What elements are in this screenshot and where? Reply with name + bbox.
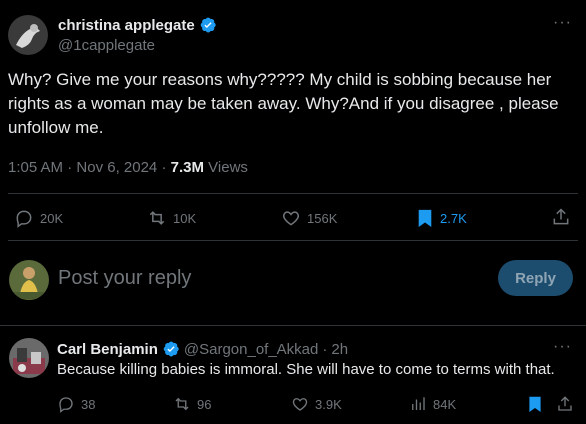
commenter-avatar[interactable]: [9, 338, 49, 378]
reply-icon: [16, 210, 32, 228]
share-icon: [558, 396, 572, 411]
views-count: 7.3M: [170, 159, 204, 176]
comment-text: Because killing babies is immoral. She w…: [57, 361, 555, 378]
repost-icon: [149, 211, 165, 225]
comment-like-count: 3.9K: [315, 396, 342, 412]
comment-time[interactable]: 2h: [331, 341, 348, 358]
current-user-avatar[interactable]: [9, 260, 49, 300]
bookmark-icon: [418, 209, 432, 227]
heart-icon: [292, 398, 308, 411]
divider: [0, 325, 586, 326]
repost-count: 10K: [173, 210, 197, 226]
comment-views-count: 84K: [433, 396, 457, 412]
comment-author-row: Carl Benjamin @Sargon_of_Akkad · 2h: [57, 340, 348, 358]
like-count: 156K: [307, 210, 338, 226]
reply-button[interactable]: Reply: [498, 260, 573, 296]
bookmark-icon: [529, 396, 541, 412]
bookmark-count: 2.7K: [440, 210, 467, 226]
comment-repost-count: 96: [197, 396, 212, 412]
verified-badge-icon: [163, 341, 179, 357]
author-display-name[interactable]: christina applegate: [58, 16, 217, 34]
author-handle[interactable]: @1capplegate: [58, 37, 155, 54]
author-avatar[interactable]: [8, 15, 48, 55]
post-time[interactable]: 1:05 AM: [8, 159, 63, 176]
reply-action[interactable]: 20K: [14, 208, 63, 228]
comment-repost-action[interactable]: 96: [173, 395, 211, 413]
like-action[interactable]: 156K: [281, 208, 337, 228]
bookmark-action[interactable]: 2.7K: [416, 208, 467, 228]
heart-icon: [282, 211, 300, 226]
views-label: Views: [208, 159, 248, 176]
repost-icon: [175, 397, 189, 411]
post-metadata: 1:05 AM · Nov 6, 2024 · 7.3M Views: [8, 159, 248, 176]
share-action[interactable]: [551, 207, 571, 227]
comment-views-action[interactable]: 84K: [409, 395, 456, 413]
divider: [8, 240, 578, 241]
analytics-icon: [412, 397, 425, 410]
reply-count: 20K: [40, 210, 64, 226]
comment-more-options-button[interactable]: ···: [553, 338, 572, 356]
verified-badge-icon: [200, 17, 216, 33]
meta-separator: ·: [67, 159, 73, 176]
commenter-handle[interactable]: @Sargon_of_Akkad: [184, 341, 318, 358]
comment-bookmark-action[interactable]: [527, 395, 543, 413]
repost-action[interactable]: 10K: [147, 208, 196, 228]
comment-reply-count: 38: [81, 396, 96, 412]
comment-like-action[interactable]: 3.9K: [291, 395, 342, 413]
more-options-button[interactable]: ···: [553, 14, 572, 32]
commenter-name[interactable]: Carl Benjamin: [57, 341, 158, 358]
post-text: Why? Give me your reasons why????? My ch…: [8, 70, 559, 137]
author-name-text[interactable]: christina applegate: [58, 17, 195, 34]
comment-reply-action[interactable]: 38: [57, 395, 95, 413]
comment-share-action[interactable]: [556, 395, 574, 413]
divider: [8, 193, 578, 194]
meta-separator: ·: [322, 340, 328, 358]
post-date[interactable]: Nov 6, 2024: [76, 159, 157, 176]
meta-separator: ·: [161, 159, 167, 176]
reply-input[interactable]: Post your reply: [58, 267, 191, 290]
reply-icon: [59, 397, 73, 413]
share-icon: [553, 208, 569, 225]
